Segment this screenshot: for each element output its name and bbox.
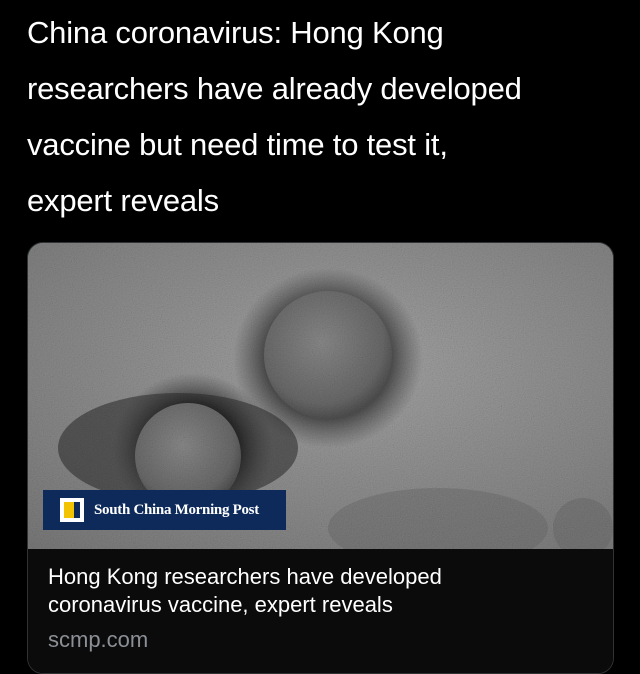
scmp-logo-icon xyxy=(60,498,84,522)
scmp-wordmark: South China Morning Post xyxy=(94,501,259,518)
card-footer[interactable]: Hong Kong researchers have developed cor… xyxy=(28,549,613,673)
scmp-logo-badge: South China Morning Post xyxy=(43,490,286,530)
card-title: Hong Kong researchers have developed cor… xyxy=(48,564,442,617)
card-domain: scmp.com xyxy=(48,627,149,652)
card-image[interactable]: South China Morning Post xyxy=(28,243,613,549)
link-preview-card[interactable]: South China Morning Post Hong Kong resea… xyxy=(27,242,614,674)
tweet-text: China coronavirus: Hong Kong researchers… xyxy=(27,15,522,218)
